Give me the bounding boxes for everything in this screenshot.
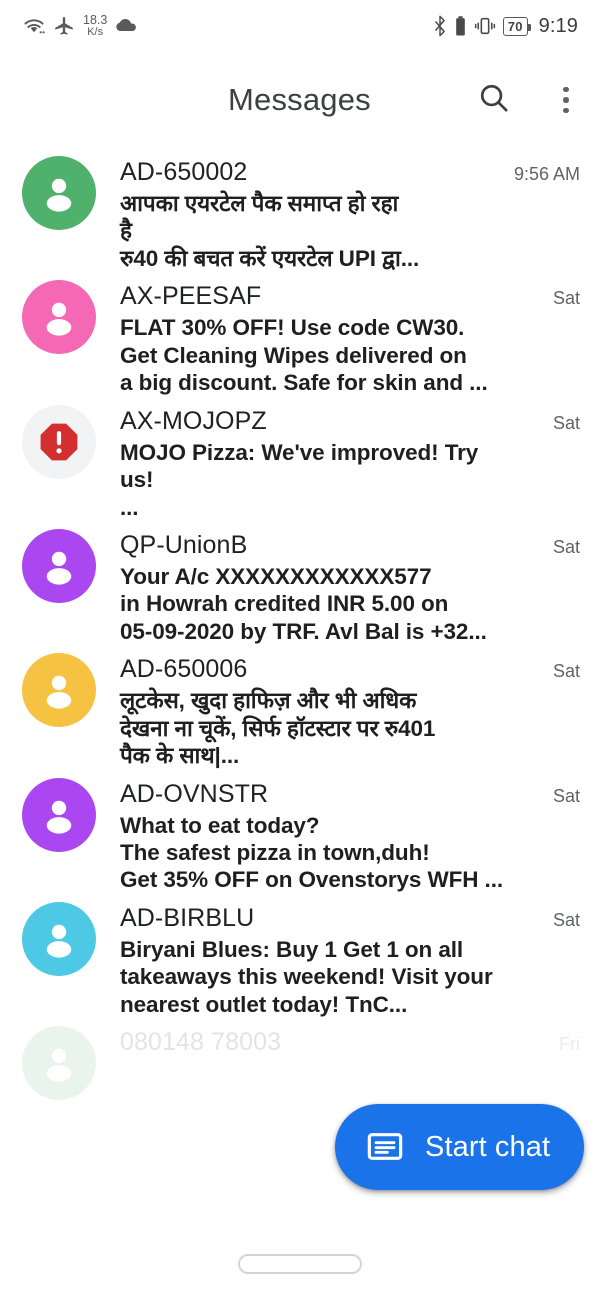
conversation-body: AD-650002 9:56 AM आपका एयरटेल पैक समाप्त ह… [96, 148, 580, 272]
more-options-icon [563, 86, 569, 114]
avatar [22, 901, 96, 976]
message-preview: आपका एयरटेल पैक समाप्त हो रहा है रु40 की… [120, 191, 420, 271]
status-bar-clock: 9:19 [538, 14, 578, 37]
avatar [22, 280, 96, 355]
conversation-header: AD-650006 Sat [120, 655, 580, 684]
sender-name: AD-650006 [120, 655, 248, 684]
message-timestamp: Sat [552, 785, 580, 806]
avatar [22, 653, 96, 728]
network-speed-unit: K/s [87, 25, 104, 38]
avatar [22, 528, 96, 603]
conversation-header: AX-PEESAF Sat [120, 282, 580, 311]
conversation-header: AD-BIRBLU Sat [120, 904, 580, 933]
message-preview: MOJO Pizza: We've improved! Try us! ... [120, 439, 479, 520]
conversation-row[interactable]: AD-650002 9:56 AM आपका एयरटेल पैक समाप्त ह… [0, 148, 600, 272]
vibrate-icon [474, 15, 496, 37]
avatar [22, 156, 96, 230]
battery-level-text: 70 [507, 18, 523, 34]
message-icon [365, 1127, 405, 1167]
search-icon [477, 81, 511, 120]
cloud-icon [114, 18, 138, 34]
message-preview: लूटकेस, खुदा हाफिज़ और भी अधिक देखना ना … [120, 688, 436, 769]
conversation-header: 080148 78003 Fri [120, 1028, 580, 1057]
conversation-body: AX-PEESAF Sat FLAT 30% OFF! Use code CW30.… [96, 272, 580, 396]
message-timestamp: Sat [552, 661, 580, 682]
message-preview: Biryani Blues: Buy 1 Get 1 on all takeaw… [120, 936, 493, 1017]
bluetooth-icon [433, 15, 447, 37]
home-indicator[interactable] [238, 1254, 362, 1274]
conversation-body: AX-MOJOPZ Sat MOJO Pizza: We've improved! … [96, 397, 580, 521]
conversation-row[interactable]: QP-UnionB Sat Your A/c XXXXXXXXXXXX577 in … [0, 521, 600, 645]
network-speed-indicator: 18.3 K/s [83, 14, 107, 38]
avatar [22, 1026, 96, 1101]
sender-name: AD-650002 [120, 158, 248, 186]
sender-name: AD-OVNSTR [120, 779, 269, 808]
conversation-row[interactable]: AD-650006 Sat लूटकेस, खुदा हाफिज़ और भी अध… [0, 645, 600, 769]
network-speed-value: 18.3 [83, 13, 108, 28]
start-chat-label: Start chat [425, 1130, 551, 1163]
avatar [22, 777, 96, 852]
status-bar: 18.3 K/s 70 9:19 [0, 0, 600, 52]
message-timestamp: Sat [552, 909, 580, 930]
message-preview: FLAT 30% OFF! Use code CW30. Get Cleanin… [120, 315, 488, 396]
conversation-body: AD-OVNSTR Sat What to eat today? The safes… [96, 770, 580, 894]
conversation-body: QP-UnionB Sat Your A/c XXXXXXXXXXXX577 in … [96, 521, 580, 645]
battery-icon [454, 15, 467, 37]
sender-name: QP-UnionB [120, 530, 248, 559]
conversation-row[interactable]: AD-BIRBLU Sat Biryani Blues: Buy 1 Get 1 o… [0, 894, 600, 1018]
conversation-header: QP-UnionB Sat [120, 531, 580, 560]
conversation-row[interactable]: AX-PEESAF Sat FLAT 30% OFF! Use code CW30.… [0, 272, 600, 396]
conversation-row[interactable]: AD-OVNSTR Sat What to eat today? The safes… [0, 770, 600, 894]
conversation-row[interactable]: 080148 78003 Fri [0, 1018, 600, 1101]
airplane-mode-icon [53, 15, 75, 37]
message-timestamp: Fri [559, 1034, 580, 1055]
message-preview: What to eat today? The safest pizza in t… [120, 812, 504, 893]
message-preview: Your A/c XXXXXXXXXXXX577 in Howrah credi… [120, 563, 487, 644]
conversation-header: AD-650002 9:56 AM [120, 158, 580, 187]
status-bar-left: 18.3 K/s [22, 14, 138, 38]
status-bar-right: 70 9:19 [433, 15, 578, 38]
sender-name: AX-MOJOPZ [120, 406, 267, 435]
conversation-body: AD-BIRBLU Sat Biryani Blues: Buy 1 Get 1 o… [96, 894, 580, 1018]
conversation-body: 080148 78003 Fri [96, 1018, 580, 1060]
page-title: Messages [228, 82, 371, 117]
message-timestamp: Sat [552, 536, 580, 557]
conversation-body: AD-650006 Sat लूटकेस, खुदा हाफिज़ और भी अध… [96, 645, 580, 769]
sender-name: 080148 78003 [120, 1028, 282, 1057]
start-chat-fab[interactable]: Start chat [335, 1104, 585, 1190]
wifi-icon [22, 16, 46, 36]
conversation-header: AX-MOJOPZ Sat [120, 407, 580, 436]
search-button[interactable] [468, 74, 520, 126]
more-options-button[interactable] [540, 74, 592, 126]
battery-percent-icon: 70 [502, 16, 531, 36]
message-timestamp: 9:56 AM [513, 164, 580, 184]
message-timestamp: Sat [552, 412, 580, 433]
messages-app-screen: 18.3 K/s 70 9:19 Messages AD-650002 9:56… [0, 0, 600, 1300]
conversation-row[interactable]: AX-MOJOPZ Sat MOJO Pizza: We've improved! … [0, 397, 600, 521]
sender-name: AD-BIRBLU [120, 903, 255, 932]
sender-name: AX-PEESAF [120, 282, 262, 311]
message-timestamp: Sat [552, 288, 580, 309]
app-bar: Messages [0, 52, 600, 148]
conversation-list[interactable]: AD-650002 9:56 AM आपका एयरटेल पैक समाप्त ह… [0, 148, 600, 1101]
spam-warning-icon [22, 404, 96, 479]
conversation-header: AD-OVNSTR Sat [120, 780, 580, 809]
